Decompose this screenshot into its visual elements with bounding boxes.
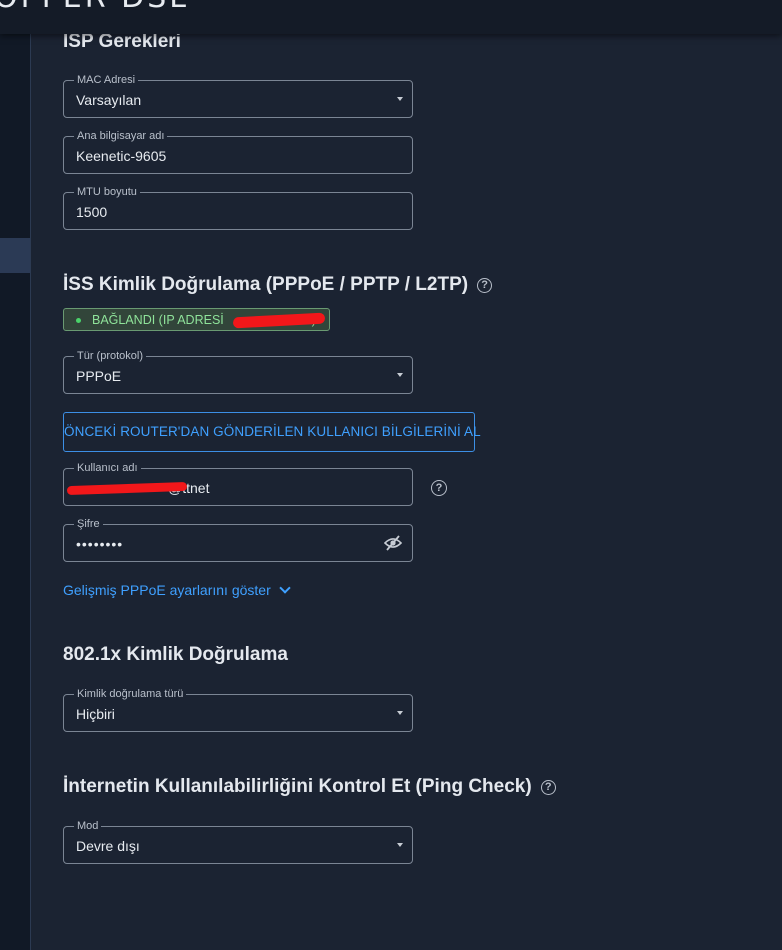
mtu-size-input[interactable]: MTU boyutu 1500 bbox=[63, 185, 413, 230]
mac-address-select[interactable]: MAC Adresi Varsayılan bbox=[63, 73, 413, 118]
field-label: Kimlik doğrulama türü bbox=[74, 687, 187, 701]
ping-check-mode-select[interactable]: Mod Devre dışı bbox=[63, 819, 413, 864]
section-title-isp-requirements: ISP Gerekleri bbox=[63, 31, 181, 52]
field-label: Şifre bbox=[74, 517, 103, 531]
help-icon[interactable]: ? bbox=[477, 277, 493, 293]
status-dot-icon bbox=[76, 318, 81, 323]
field-value: 1500 bbox=[76, 204, 108, 220]
help-icon[interactable]: ? bbox=[540, 779, 556, 795]
field-label: Kullanıcı adı bbox=[74, 461, 141, 475]
password-input[interactable]: Şifre •••••••• bbox=[63, 517, 413, 562]
field-value: Devre dışı bbox=[76, 838, 140, 854]
sidebar bbox=[0, 34, 31, 950]
main-content: ISP Gerekleri MAC Adresi Varsayılan Ana … bbox=[31, 31, 782, 950]
section-title-iss-auth: İSS Kimlik Doğrulama (PPPoE / PPTP / L2T… bbox=[63, 274, 493, 296]
protocol-type-select[interactable]: Tür (protokol) PPPoE bbox=[63, 349, 413, 394]
field-value: Keenetic-9605 bbox=[76, 148, 167, 164]
hostname-input[interactable]: Ana bilgisayar adı Keenetic-9605 bbox=[63, 129, 413, 174]
top-header: OPPER DSL bbox=[0, 0, 782, 34]
status-text: BAĞLANDI (IP ADRESİ bbox=[92, 313, 224, 327]
field-value: Varsayılan bbox=[76, 92, 142, 108]
field-label: Tür (protokol) bbox=[74, 349, 147, 363]
field-value: Hiçbiri bbox=[76, 706, 115, 722]
section-title-text: İnternetin Kullanılabilirliğini Kontrol … bbox=[63, 776, 532, 797]
sidebar-item-active[interactable] bbox=[0, 238, 30, 273]
dropdown-caret-icon bbox=[397, 711, 403, 715]
link-text: Gelişmiş PPPoE ayarlarını göster bbox=[63, 582, 271, 598]
field-label: Ana bilgisayar adı bbox=[74, 129, 168, 143]
chevron-down-icon bbox=[279, 582, 291, 594]
field-label: Mod bbox=[74, 819, 102, 833]
dropdown-caret-icon bbox=[397, 373, 403, 377]
dropdown-caret-icon bbox=[397, 97, 403, 101]
username-help-icon[interactable]: ? bbox=[431, 480, 447, 496]
advanced-pppoe-settings-link[interactable]: Gelişmiş PPPoE ayarlarını göster bbox=[63, 582, 291, 598]
brand-logo: OPPER DSL bbox=[0, 0, 189, 15]
field-value: PPPoE bbox=[76, 368, 122, 384]
auth-type-select[interactable]: Kimlik doğrulama türü Hiçbiri bbox=[63, 687, 413, 732]
section-title-8021x: 802.1x Kimlik Doğrulama bbox=[63, 644, 288, 665]
dropdown-caret-icon bbox=[397, 843, 403, 847]
field-label: MTU boyutu bbox=[74, 185, 140, 199]
section-title-ping-check: İnternetin Kullanılabilirliğini Kontrol … bbox=[63, 776, 556, 798]
eye-off-icon[interactable] bbox=[383, 535, 403, 556]
field-label: MAC Adresi bbox=[74, 73, 139, 87]
field-value: •••••••• bbox=[76, 536, 124, 552]
section-title-text: İSS Kimlik Doğrulama (PPPoE / PPTP / L2T… bbox=[63, 274, 469, 295]
fetch-previous-router-credentials-button[interactable]: ÖNCEKİ ROUTER'DAN GÖNDERİLEN KULLANICI B… bbox=[63, 412, 481, 452]
